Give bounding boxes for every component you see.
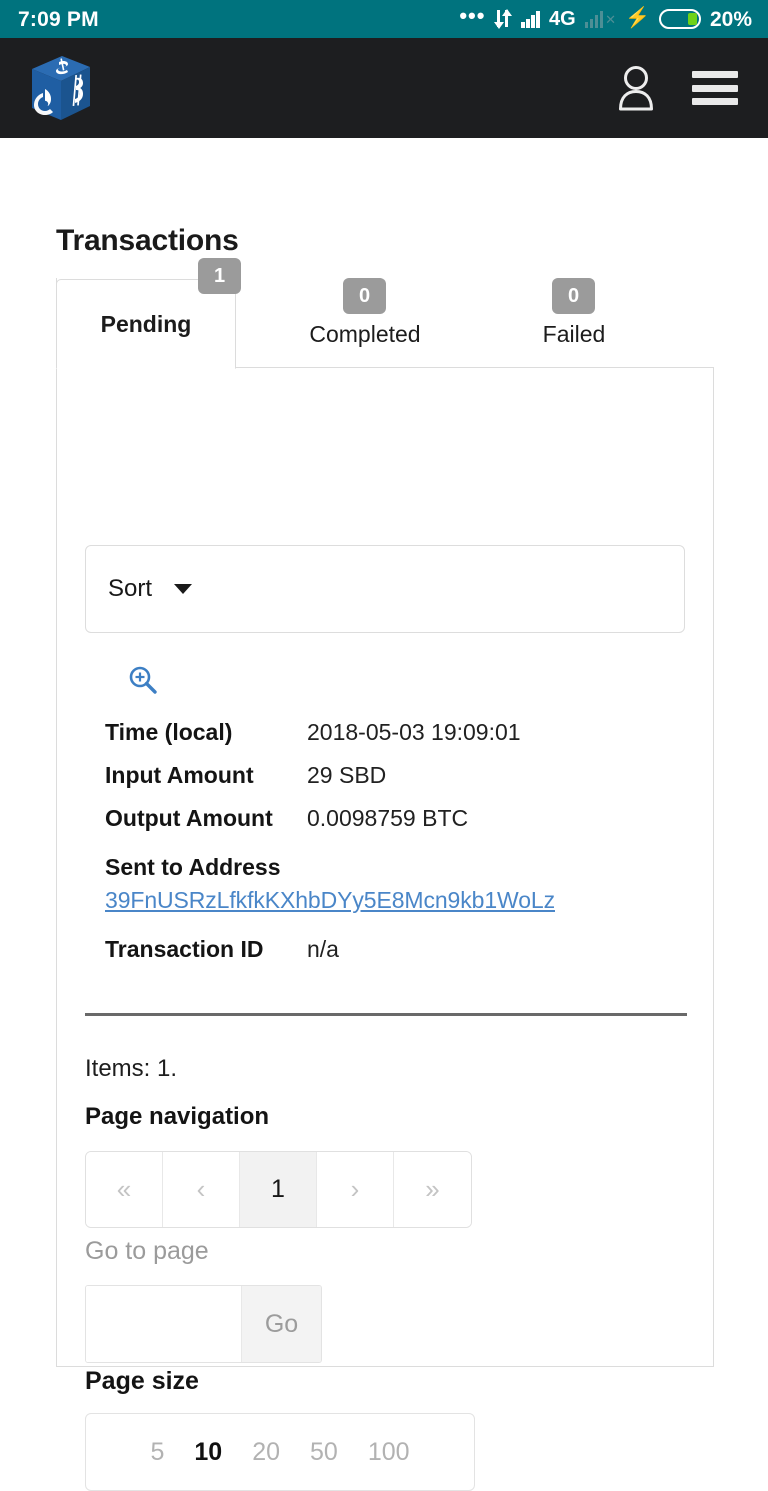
- status-bar: 7:09 PM ••• 4G ✕ ⚡ 20%: [0, 0, 768, 38]
- table-row: Sent to Address: [85, 854, 687, 881]
- table-row: Time (local) 2018-05-03 19:09:01: [85, 719, 687, 746]
- chevron-down-icon: [174, 584, 193, 594]
- sent-to-address-label: Sent to Address: [105, 854, 281, 880]
- page-1-button[interactable]: 1: [240, 1152, 317, 1227]
- header-actions: [616, 65, 738, 111]
- transaction-detail-toggle[interactable]: [85, 657, 687, 703]
- transaction-id-value: n/a: [307, 936, 339, 962]
- first-page-button[interactable]: «: [86, 1152, 163, 1227]
- tab-pending-badge: 1: [198, 258, 241, 294]
- page-size-option-10[interactable]: 10: [194, 1438, 222, 1467]
- go-to-page-input[interactable]: [86, 1286, 241, 1362]
- next-page-button[interactable]: ›: [317, 1152, 394, 1227]
- transaction-id-label: Transaction ID: [105, 936, 264, 962]
- sent-to-address-row: 39FnUSRzLfkfkKXhbDYy5E8Mcn9kb1WoLz: [85, 887, 687, 914]
- page-size-option-100[interactable]: 100: [368, 1438, 410, 1467]
- zoom-in-icon: [129, 666, 157, 694]
- transactions-panel: Sort Time (local) 2018-05-03 19:09:01 In…: [56, 367, 714, 1491]
- page-title: Transactions: [56, 224, 239, 257]
- page-navigation-title: Page navigation: [85, 1103, 270, 1130]
- row-label: Time (local): [105, 719, 233, 745]
- data-transfer-icon: [493, 9, 512, 29]
- transaction-status-tabs: Pending 1 Completed 0 Failed 0: [56, 258, 714, 369]
- tab-pending[interactable]: Pending 1: [56, 258, 241, 369]
- section-divider: [85, 1013, 687, 1016]
- pagination-controls: « ‹ 1 › »: [85, 1151, 472, 1228]
- sort-select[interactable]: Sort: [85, 545, 685, 633]
- tab-failed-badge: 0: [552, 278, 595, 314]
- page-size-selector: 5 10 20 50 100: [85, 1413, 475, 1491]
- battery-percent-label: 20%: [709, 7, 752, 31]
- table-row: Output Amount 0.0098759 BTC: [85, 805, 687, 832]
- previous-page-button[interactable]: ‹: [163, 1152, 240, 1227]
- status-bar-icons: ••• 4G ✕ ⚡ 20%: [459, 2, 752, 31]
- app-header: [0, 38, 768, 138]
- page-size-title: Page size: [85, 1367, 199, 1395]
- tab-completed[interactable]: Completed 0: [236, 278, 494, 368]
- tab-failed-label: Failed: [542, 320, 606, 347]
- transaction-record: Time (local) 2018-05-03 19:09:01 Input A…: [85, 657, 687, 963]
- tab-completed-label: Completed: [309, 320, 421, 347]
- go-button[interactable]: Go: [241, 1286, 321, 1362]
- page-size-option-5[interactable]: 5: [150, 1438, 164, 1467]
- user-account-icon[interactable]: [616, 65, 656, 111]
- page-content: Transactions Pending 1 Completed 0 Faile…: [0, 138, 768, 1491]
- tab-failed[interactable]: Failed 0: [494, 278, 654, 368]
- more-horizontal-icon: •••: [459, 2, 486, 28]
- row-value: 2018-05-03 19:09:01: [307, 719, 521, 745]
- battery-icon: [658, 9, 701, 29]
- signal-bars-icon: [521, 10, 540, 28]
- charging-bolt-icon: ⚡: [625, 7, 650, 29]
- table-row: Transaction ID n/a: [85, 936, 687, 963]
- last-page-button[interactable]: »: [394, 1152, 471, 1227]
- go-to-page-label: Go to page: [85, 1237, 209, 1265]
- no-sim-signal-icon: ✕: [584, 10, 616, 28]
- sort-select-label: Sort: [108, 575, 153, 602]
- page-size-option-50[interactable]: 50: [310, 1438, 338, 1467]
- page-size-option-20[interactable]: 20: [252, 1438, 280, 1467]
- row-label: Input Amount: [105, 762, 254, 788]
- status-bar-clock: 7:09 PM: [18, 7, 99, 31]
- go-to-page-group: Go: [85, 1285, 322, 1363]
- row-value: 29 SBD: [307, 762, 387, 788]
- sent-to-address-link[interactable]: 39FnUSRzLfkfkKXhbDYy5E8Mcn9kb1WoLz: [105, 887, 555, 913]
- row-value: 0.0098759 BTC: [307, 805, 469, 831]
- row-label: Output Amount: [105, 805, 273, 831]
- tab-completed-badge: 0: [343, 278, 386, 314]
- bitshares-cube-logo[interactable]: [28, 53, 94, 123]
- table-row: Input Amount 29 SBD: [85, 762, 687, 789]
- hamburger-menu-icon[interactable]: [692, 71, 738, 105]
- network-type-label: 4G: [548, 8, 576, 30]
- items-count-label: Items: 1.: [85, 1055, 178, 1082]
- tab-pending-label: Pending: [100, 310, 192, 337]
